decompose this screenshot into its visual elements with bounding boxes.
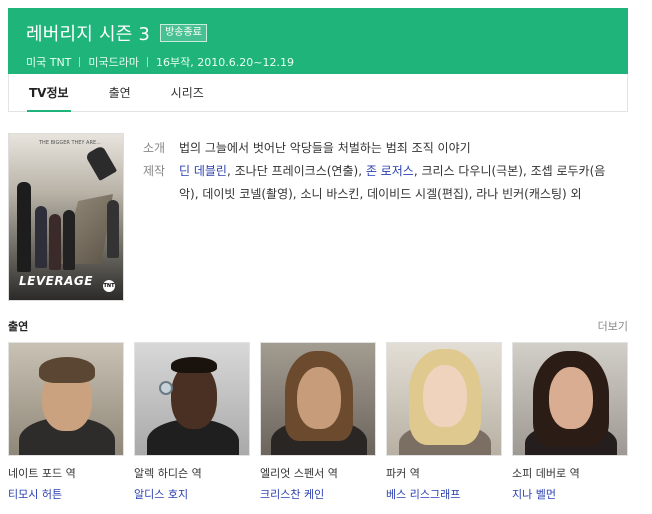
cast-photo[interactable] — [386, 342, 502, 456]
status-badge: 방송종료 — [160, 24, 207, 42]
cast-actor-link[interactable]: 지나 벨먼 — [512, 486, 628, 502]
summary-row: 소개 법의 그늘에서 벗어난 악당들을 처벌하는 범죄 조직 이야기 — [143, 137, 613, 160]
poster-figure — [107, 200, 119, 258]
tab-tv-info[interactable]: TV정보 — [27, 74, 71, 112]
poster-figure — [17, 182, 31, 272]
meta-genre: 미국드라마 — [88, 56, 140, 69]
more-link[interactable]: 더보기 — [598, 318, 628, 334]
poster-logo: LEVERAGE — [19, 274, 93, 288]
crew-label: 제작 — [143, 164, 166, 178]
cast-card[interactable]: 파커 역 베스 리스그래프 — [386, 342, 502, 502]
cast-actor-link[interactable]: 티모시 허튼 — [8, 486, 124, 502]
tab-cast[interactable]: 출연 — [109, 74, 131, 111]
photo-face — [423, 365, 467, 427]
poster-figure — [49, 214, 61, 270]
network-logo: TNT — [103, 280, 115, 292]
poster-figure — [84, 145, 118, 181]
cast-photo[interactable] — [260, 342, 376, 456]
crew-row: 제작 딘 데블린, 조나단 프레이크스(연출), 존 로저스, 크리스 다우니(… — [143, 160, 613, 206]
crew-text-part: , 조나단 프레이크스(연출), — [226, 164, 366, 178]
cast-role: 소피 데버로 역 — [512, 467, 580, 480]
cast-actor-link[interactable]: 크리스찬 케인 — [260, 486, 376, 502]
tab-bar: TV정보 출연 시리즈 — [8, 74, 628, 112]
poster-figure — [63, 210, 75, 270]
meta-episodes: 16부작, 2010.6.20~12.19 — [156, 56, 294, 69]
poster-image[interactable]: THE BIGGER THEY ARE... LEVERAGE TNT — [8, 133, 124, 301]
tab-series[interactable]: 시리즈 — [171, 74, 204, 111]
crew-text: 딘 데블린, 조나단 프레이크스(연출), 존 로저스, 크리스 다우니(극본)… — [179, 160, 613, 206]
photo-face — [297, 367, 341, 429]
summary-label: 소개 — [143, 141, 166, 155]
crew-link-dean-devlin[interactable]: 딘 데블린 — [179, 164, 227, 178]
cast-role: 파커 역 — [386, 467, 420, 480]
cast-photo[interactable] — [512, 342, 628, 456]
meta-network: 미국 TNT — [26, 56, 72, 69]
photo-hair — [39, 357, 95, 383]
meta-divider — [147, 57, 149, 67]
program-header: 레버리지 시즌 3 방송종료 미국 TNT 미국드라마 16부작, 2010.6… — [8, 8, 628, 74]
poster-tagline: THE BIGGER THEY ARE... — [39, 140, 101, 146]
poster-figure — [35, 206, 47, 268]
cast-role: 엘리엇 스펜서 역 — [260, 467, 338, 480]
cast-card[interactable]: 네이트 포드 역 티모시 허튼 — [8, 342, 124, 502]
cast-actor-link[interactable]: 베스 리스그래프 — [386, 486, 502, 502]
cast-role: 알렉 하디슨 역 — [134, 467, 202, 480]
summary-text: 법의 그늘에서 벗어난 악당들을 처벌하는 범죄 조직 이야기 — [179, 141, 471, 155]
program-meta: 미국 TNT 미국드라마 16부작, 2010.6.20~12.19 — [26, 54, 628, 70]
cast-list: 네이트 포드 역 티모시 허튼 알렉 하디슨 역 알디스 호지 엘리엇 스펜서 … — [8, 342, 638, 502]
meta-divider — [79, 57, 81, 67]
cast-card[interactable]: 엘리엇 스펜서 역 크리스찬 케인 — [260, 342, 376, 502]
photo-face — [549, 367, 593, 429]
cast-role: 네이트 포드 역 — [8, 467, 76, 480]
program-info: 소개 법의 그늘에서 벗어난 악당들을 처벌하는 범죄 조직 이야기 제작 딘 … — [143, 137, 613, 206]
cast-card[interactable]: 소피 데버로 역 지나 벨먼 — [512, 342, 628, 502]
crew-link-john-rogers[interactable]: 존 로저스 — [366, 164, 414, 178]
photo-hair — [171, 357, 217, 373]
cast-card[interactable]: 알렉 하디슨 역 알디스 호지 — [134, 342, 250, 502]
cast-section-header: 출연 더보기 — [8, 318, 628, 334]
cast-section-title: 출연 — [8, 320, 29, 333]
cast-photo[interactable] — [134, 342, 250, 456]
cast-actor-link[interactable]: 알디스 호지 — [134, 486, 250, 502]
headset-prop — [159, 381, 173, 395]
program-title[interactable]: 레버리지 시즌 3 — [26, 20, 150, 46]
cast-photo[interactable] — [8, 342, 124, 456]
